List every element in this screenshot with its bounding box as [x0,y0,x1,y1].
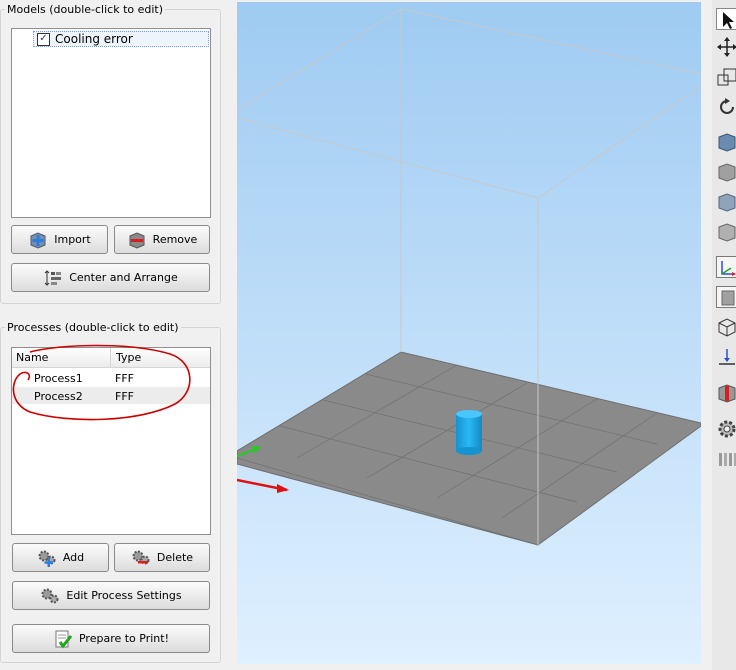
view-right-icon[interactable] [716,221,736,243]
list-item-model[interactable]: ✓ Cooling error [33,31,209,47]
axes-icon[interactable] [716,256,736,278]
add-label: Add [62,551,85,564]
supports-icon[interactable] [716,448,736,470]
remove-icon [127,230,147,250]
model-cylinder[interactable] [456,410,482,455]
rotate-icon[interactable] [716,96,736,118]
wireframe-view-icon[interactable] [716,316,736,338]
solid-view-icon[interactable] [716,286,736,308]
edit-process-settings-button[interactable]: Edit Process Settings [12,581,210,610]
viewport-divider [701,2,712,664]
remove-button[interactable]: Remove [114,225,210,254]
models-list[interactable]: ✓ Cooling error [11,28,211,218]
delete-process-button[interactable]: Delete [114,543,210,572]
models-group-title: Models (double-click to edit) [5,3,166,16]
red-annotation-scribble [12,344,191,421]
view-toolbar [712,0,736,670]
models-group: Models (double-click to edit) ✓ Cooling … [0,3,221,304]
build-volume-scene[interactable] [237,2,701,664]
select-arrow-icon[interactable] [716,8,736,30]
3d-viewport[interactable] [237,2,701,664]
center-arrange-button[interactable]: Center and Arrange [11,263,210,292]
edit-process-settings-label: Edit Process Settings [66,589,182,602]
view-front-icon[interactable] [716,131,736,153]
gears-icon [40,586,60,606]
model-checkbox[interactable]: ✓ [37,32,50,46]
settings-gear-icon[interactable] [716,418,736,440]
view-back-icon[interactable] [716,161,736,183]
prepare-to-print-button[interactable]: Prepare to Print! [12,624,210,653]
place-on-bed-icon[interactable] [716,346,736,368]
delete-gear-icon [131,548,151,568]
model-label: Cooling error [55,32,133,46]
delete-label: Delete [156,551,194,564]
cut-icon[interactable] [716,382,736,404]
add-process-button[interactable]: Add [12,543,109,572]
checklist-icon [53,629,73,649]
import-icon [28,230,48,250]
import-label: Import [54,233,91,246]
scale-icon[interactable] [716,66,736,88]
add-gear-icon [37,548,57,568]
import-button[interactable]: Import [11,225,108,254]
remove-label: Remove [152,233,198,246]
prepare-to-print-label: Prepare to Print! [78,632,169,645]
center-arrange-icon [43,268,63,288]
view-left-icon[interactable] [716,191,736,213]
center-arrange-label: Center and Arrange [69,271,178,284]
move-icon[interactable] [716,36,736,58]
